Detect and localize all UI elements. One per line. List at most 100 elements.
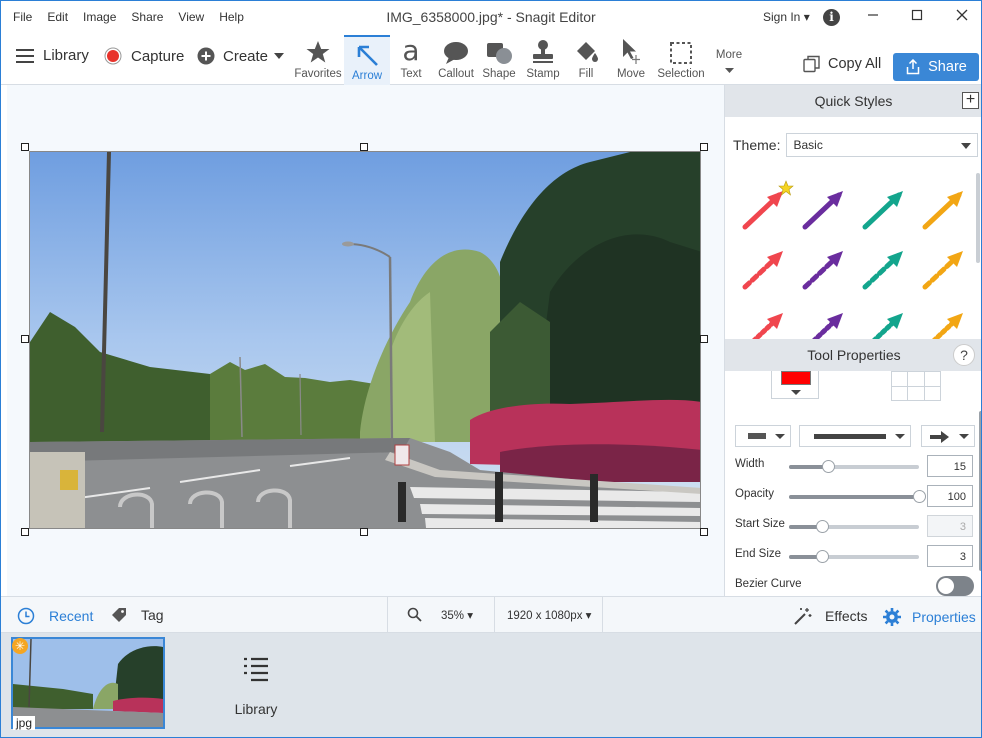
star-icon [306,41,330,63]
capture-button[interactable]: Capture [104,47,184,65]
start-size-input[interactable]: 3 [927,515,973,537]
end-size-input[interactable]: 3 [927,545,973,567]
resize-handle-sw[interactable] [21,528,29,536]
effects-button[interactable]: Effects [793,607,868,625]
minimize-button[interactable] [859,5,887,29]
menu-edit[interactable]: Edit [47,10,68,24]
tool-stamp[interactable]: Stamp [521,35,565,85]
paint-bucket-icon [577,42,598,62]
quick-style-arrow[interactable] [745,313,783,339]
library-label: Library [43,47,89,64]
quick-style-arrow[interactable] [802,251,843,290]
zoom-dropdown[interactable]: 35% ▾ [441,608,473,622]
recent-button[interactable]: Recent [17,607,93,625]
share-button[interactable]: Share [893,53,979,81]
tool-move[interactable]: Move [609,35,653,85]
quick-style-arrow[interactable] [922,191,963,230]
selection-icon [670,42,692,64]
quick-style-arrow[interactable] [862,251,903,290]
quick-style-arrow[interactable] [862,191,903,230]
library-list-icon [244,657,268,682]
maximize-button[interactable] [903,5,931,29]
resize-handle-ne[interactable] [700,143,708,151]
add-style-button[interactable]: + [962,92,979,109]
tool-shape[interactable]: Shape [477,35,521,85]
quick-styles-scrollbar[interactable] [976,173,980,263]
quick-styles-header: Quick Styles + [725,85,981,117]
close-button[interactable] [948,5,976,29]
end-size-slider[interactable] [789,550,919,563]
help-icon[interactable]: ? [953,344,975,366]
share-icon [906,59,920,75]
sign-in-button[interactable]: Sign In ▾ [763,10,810,24]
quick-styles-title: Quick Styles [814,93,893,109]
line-end-dropdown[interactable] [921,425,975,447]
menu-view[interactable]: View [178,10,204,24]
toolbar: Library Capture Create Favorites Arrow a… [1,33,981,85]
menu-bar: File Edit Image Share View Help [13,10,259,24]
stamp-icon [533,40,553,63]
resize-handle-s[interactable] [360,528,368,536]
quick-style-arrow[interactable] [802,191,843,230]
properties-panel: Quick Styles + Theme: Basic Tool Propert… [724,85,981,596]
opacity-slider[interactable] [789,490,926,503]
text-icon: a [402,34,420,67]
menu-image[interactable]: Image [83,10,116,24]
resize-handle-w[interactable] [21,335,29,343]
properties-button[interactable]: Properties [882,607,976,627]
resize-handle-se[interactable] [700,528,708,536]
zoom-icon[interactable] [407,607,422,622]
width-slider[interactable] [789,460,919,473]
quick-style-arrow[interactable] [742,191,783,230]
dimensions-dropdown[interactable]: 1920 x 1080px ▾ [507,608,591,622]
resize-handle-nw[interactable] [21,143,29,151]
quick-style-arrow[interactable] [805,313,843,339]
tray-library-button[interactable]: Library [226,656,286,717]
street-photo [30,152,700,528]
tool-favorites[interactable]: Favorites [293,35,343,85]
info-icon[interactable]: i [823,9,840,26]
line-style-dropdown[interactable] [799,425,911,447]
theme-label: Theme: [733,137,781,153]
create-button[interactable]: Create [197,47,285,65]
chevron-down-icon [724,68,734,73]
shadow-grid-button[interactable] [891,371,941,401]
start-size-slider[interactable] [789,520,919,533]
create-label: Create [223,47,269,65]
bezier-curve-toggle[interactable] [936,576,974,596]
bezier-curve-label: Bezier Curve [735,578,802,590]
tool-fill[interactable]: Fill [563,35,609,85]
chevron-down-icon [895,434,905,439]
color-picker-button[interactable] [771,371,819,399]
quick-style-arrow[interactable] [922,251,963,290]
chevron-down-icon [959,434,969,439]
quick-style-arrow[interactable] [742,251,783,290]
opacity-input[interactable]: 100 [927,485,973,507]
width-input[interactable]: 15 [927,455,973,477]
tool-callout[interactable]: Callout [433,35,479,85]
tag-button[interactable]: Tag [111,607,164,623]
gear-icon [883,608,901,626]
theme-select[interactable]: Basic [786,133,979,157]
thumbnail-type-label: jpg [13,716,36,730]
record-icon [104,47,122,65]
copy-all-button[interactable]: Copy All [803,55,881,73]
resize-handle-n[interactable] [360,143,368,151]
copy-icon [803,55,820,73]
tool-arrow[interactable]: Arrow [344,35,390,85]
resize-handle-e[interactable] [700,335,708,343]
magic-wand-icon [794,608,812,625]
quick-style-arrow[interactable] [865,313,903,339]
chevron-down-icon [961,143,972,149]
chevron-down-icon [775,434,785,439]
bottom-bar: Recent Tag 35% ▾ 1920 x 1080px ▾ Effects… [1,596,981,633]
menu-file[interactable]: File [13,10,32,24]
menu-share[interactable]: Share [131,10,163,24]
quick-style-arrow[interactable] [925,313,963,339]
canvas-image[interactable] [29,151,701,529]
tool-selection[interactable]: Selection [655,35,707,85]
line-start-dropdown[interactable] [735,425,791,447]
menu-help[interactable]: Help [219,10,244,24]
library-button[interactable]: Library [15,47,89,64]
tool-text[interactable]: a Text [390,35,432,85]
